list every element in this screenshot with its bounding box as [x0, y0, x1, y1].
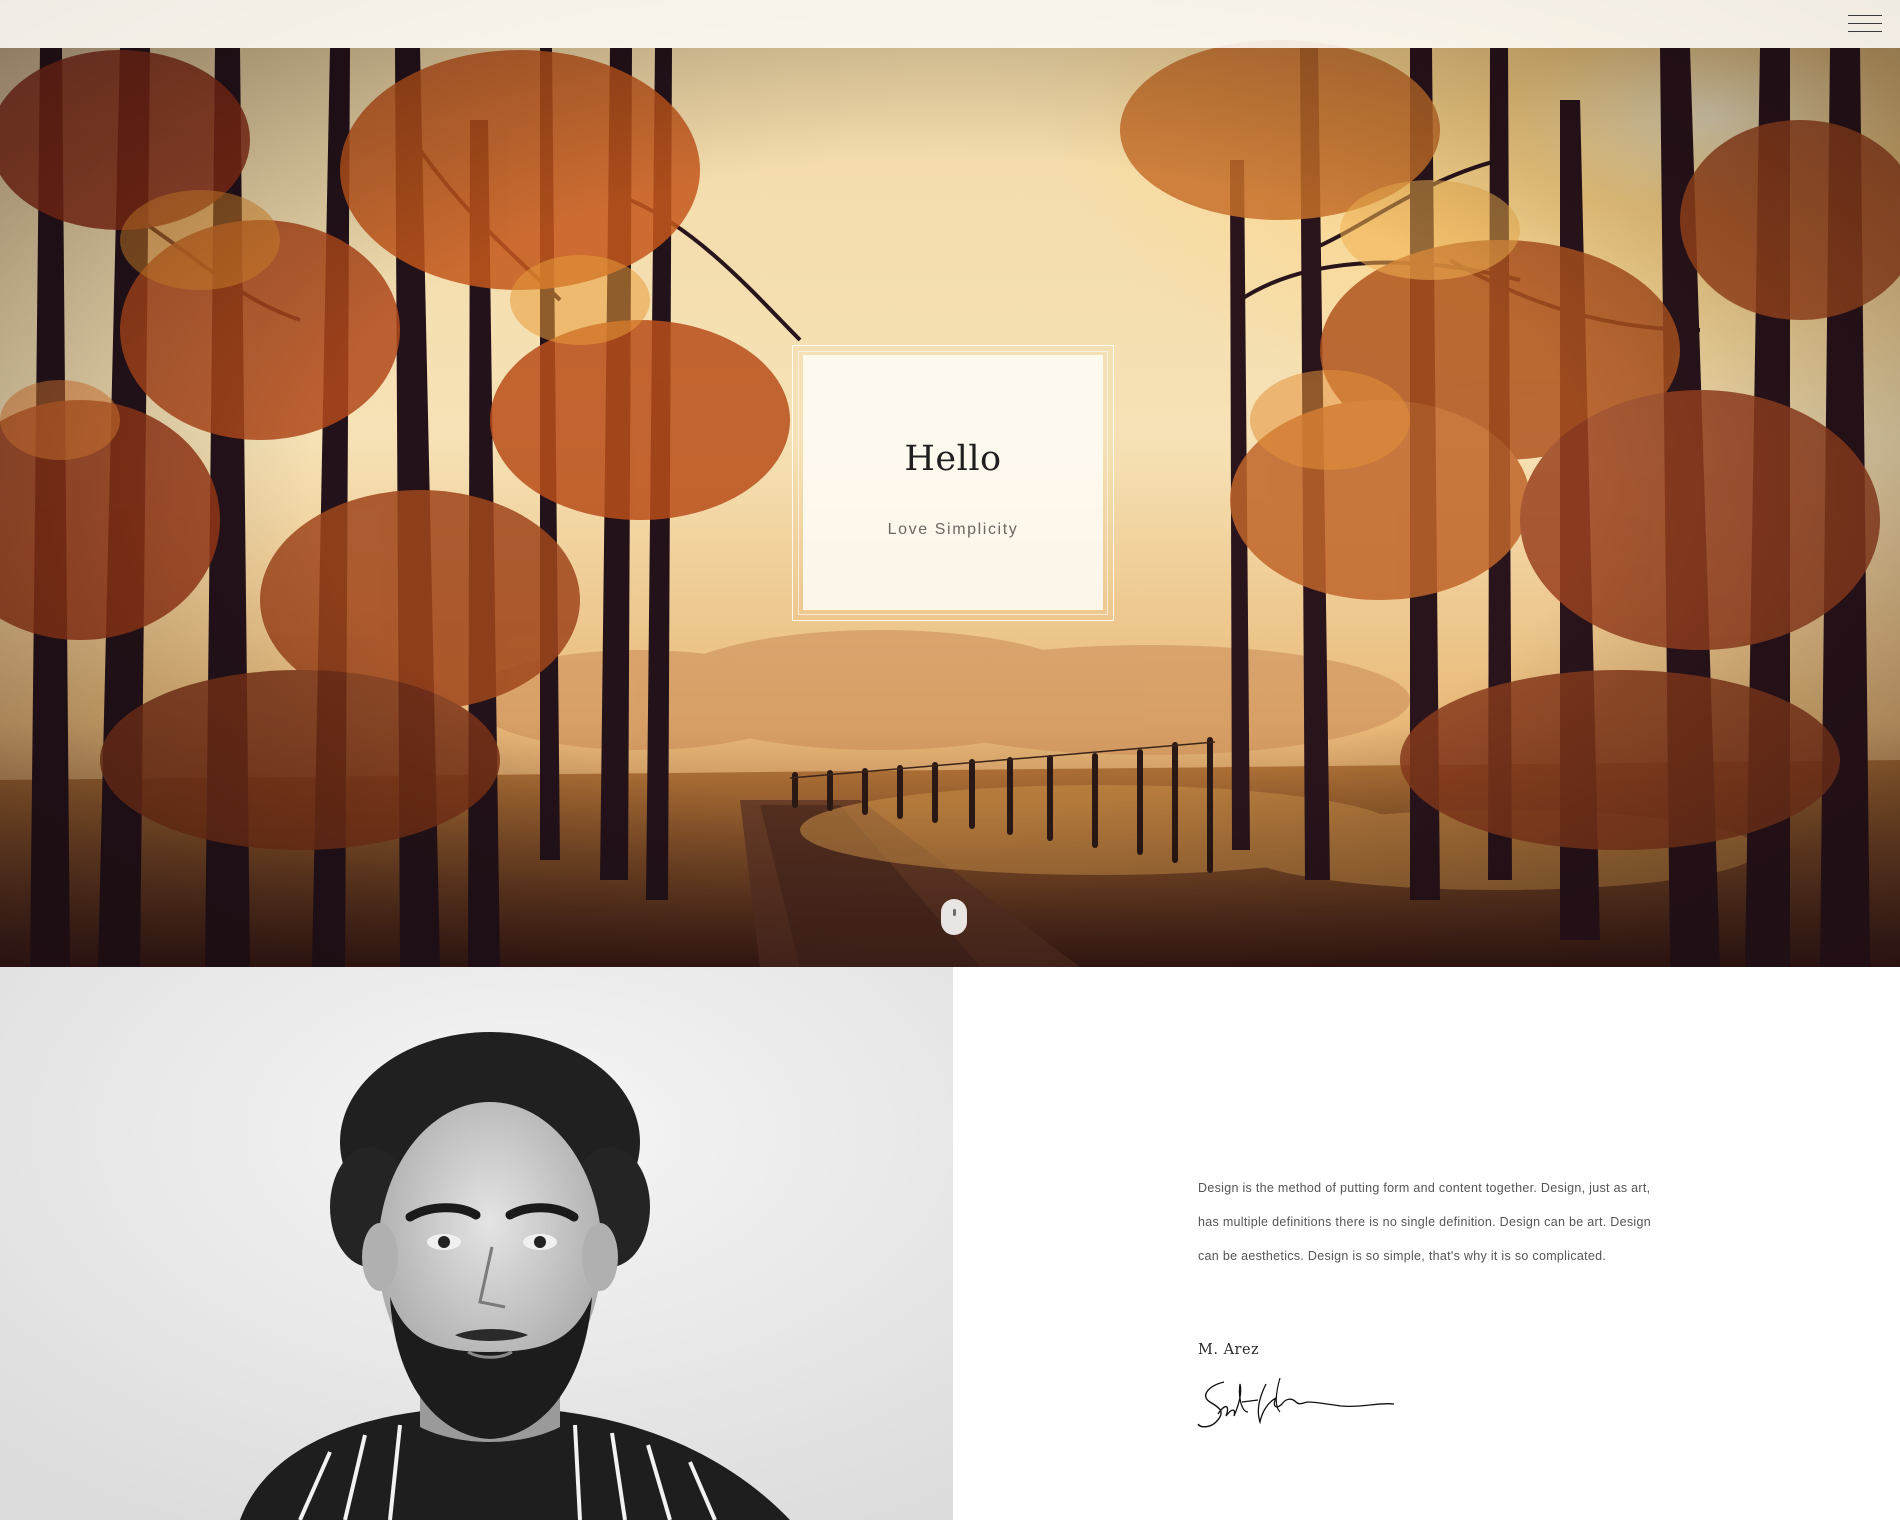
mouse-scroll-icon[interactable]	[941, 899, 967, 935]
about-description: Design is the method of putting form and…	[1198, 1181, 1652, 1263]
mouse-wheel	[953, 909, 956, 916]
hero-title: Hello	[904, 439, 1002, 479]
hamburger-menu-icon[interactable]	[1834, 4, 1890, 44]
hero-subtitle: Love Simplicity	[887, 521, 1019, 538]
signature-image	[1197, 1377, 1395, 1428]
author-name: M. Arez	[1198, 1342, 1260, 1358]
hero-card: Hello Love Simplicity	[803, 355, 1103, 610]
top-navbar	[0, 0, 1900, 48]
hero-section: Hello Love Simplicity	[0, 0, 1900, 967]
portrait-photo	[0, 967, 953, 1520]
